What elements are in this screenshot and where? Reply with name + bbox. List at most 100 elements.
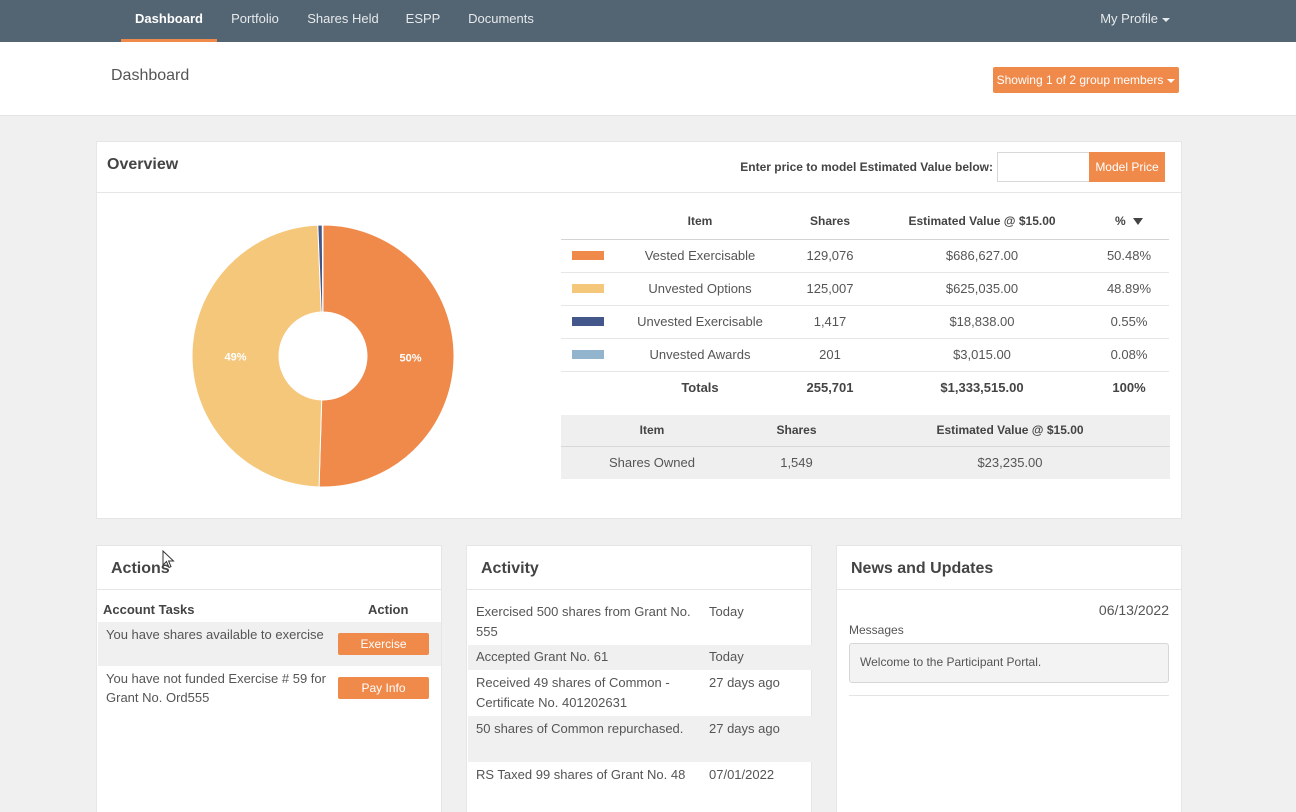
donut-slice-unvested-awards[interactable] — [321, 224, 324, 313]
profile-label: My Profile — [1100, 11, 1158, 26]
legend-swatch — [561, 305, 615, 339]
col-action: Action — [368, 602, 409, 617]
chevron-down-icon — [1162, 17, 1170, 22]
activity-time: 27 days ago — [709, 675, 780, 690]
donut-slice-label: 49% — [224, 351, 246, 363]
legend-swatch-color — [572, 317, 604, 326]
row-percent: 0.08% — [1089, 338, 1169, 372]
table-row: Vested Exercisable 129,076 $686,627.00 50.4… — [561, 239, 1169, 273]
activity-text: 50 shares of Common repurchased. — [476, 721, 684, 736]
news-title: News and Updates — [851, 560, 994, 577]
allocation-donut-chart: 50% 49% — [191, 224, 455, 488]
row-value: $625,035.00 — [875, 272, 1089, 306]
activity-list: Exercised 500 shares from Grant No. 555 … — [468, 598, 812, 808]
table-row: Shares Owned 1,549 $23,235.00 — [561, 446, 1170, 479]
col-percent[interactable]: % — [1089, 203, 1169, 240]
col-account-tasks: Account Tasks — [103, 602, 195, 617]
model-price-input[interactable] — [997, 152, 1091, 182]
totals-percent: 100% — [1112, 380, 1146, 396]
activity-text: Exercised 500 shares from Grant No. 555 — [476, 604, 691, 639]
legend-swatch-color — [572, 251, 604, 260]
nav-documents[interactable]: Documents — [460, 0, 542, 42]
col-item: Item — [615, 203, 785, 240]
row-value: $18,838.00 — [875, 305, 1089, 339]
table-row: Unvested Awards 201 $3,015.00 0.08% — [561, 338, 1169, 372]
nav-shares-held[interactable]: Shares Held — [300, 0, 386, 42]
totals-label: Totals — [681, 380, 719, 396]
news-panel: News and Updates 06/13/2022 Messages Wel… — [836, 545, 1182, 812]
actions-title: Actions — [111, 560, 170, 577]
owned-col-shares: Shares — [743, 415, 850, 447]
activity-header: Activity — [467, 546, 811, 590]
top-nav: Dashboard Portfolio Shares Held ESPP Doc… — [0, 0, 1296, 42]
profile-menu[interactable]: My Profile — [1100, 0, 1170, 42]
task-text: You have shares available to exercise — [106, 627, 324, 642]
sort-desc-icon — [1133, 218, 1143, 226]
nav-portfolio[interactable]: Portfolio — [224, 0, 286, 42]
news-date: 06/13/2022 — [1098, 602, 1169, 618]
news-header: News and Updates — [837, 546, 1181, 590]
totals-shares: 255,701 — [806, 380, 854, 396]
overview-table: Item Shares Estimated Value @ $15.00 % V… — [561, 203, 1169, 404]
col-shares: Shares — [785, 203, 875, 240]
activity-time: Today — [709, 604, 744, 619]
group-members-button[interactable]: Showing 1 of 2 group members — [993, 67, 1179, 93]
message-box: Welcome to the Participant Portal. — [849, 643, 1169, 683]
row-value: $3,015.00 — [875, 338, 1089, 372]
exercise-button[interactable]: Exercise — [338, 633, 429, 655]
page-title: Dashboard — [111, 67, 190, 84]
row-percent: 50.48% — [1089, 239, 1169, 273]
shares-owned-table: Item Shares Estimated Value @ $15.00 Sha… — [561, 415, 1170, 479]
divider — [849, 695, 1169, 696]
activity-text: RS Taxed 99 shares of Grant No. 48 — [476, 767, 686, 782]
legend-swatch — [561, 338, 615, 372]
row-value: $686,627.00 — [875, 239, 1089, 273]
table-row: Unvested Exercisable 1,417 $18,838.00 0.55% — [561, 305, 1169, 339]
nav-dashboard[interactable]: Dashboard — [121, 0, 217, 42]
activity-text: Accepted Grant No. 61 — [476, 649, 609, 664]
row-shares: 129,076 — [785, 239, 875, 273]
row-item: Unvested Options — [615, 272, 785, 306]
list-item: Exercised 500 shares from Grant No. 555 … — [468, 598, 812, 645]
list-item: 50 shares of Common repurchased. 27 days… — [468, 716, 812, 762]
owned-col-value: Estimated Value @ $15.00 — [850, 415, 1170, 447]
donut-slice-label: 50% — [399, 352, 421, 364]
task-text: You have not funded Exercise # 59 for Gr… — [106, 671, 326, 705]
legend-swatch — [561, 272, 615, 306]
row-item: Unvested Exercisable — [615, 305, 785, 339]
owned-shares: 1,549 — [780, 455, 813, 471]
col-estimated-value: Estimated Value @ $15.00 — [875, 203, 1089, 240]
activity-panel: Activity Exercised 500 shares from Grant… — [466, 545, 812, 812]
activity-time: 07/01/2022 — [709, 767, 775, 782]
owned-item: Shares Owned — [609, 455, 695, 471]
activity-time: 27 days ago — [709, 721, 780, 736]
owned-value: $23,235.00 — [977, 455, 1043, 471]
actions-table: Account Tasks Action You have shares ava… — [98, 598, 441, 710]
totals-value: $1,333,515.00 — [940, 380, 1024, 396]
row-shares: 1,417 — [785, 305, 875, 339]
model-price-label: Enter price to model Estimated Value bel… — [740, 160, 993, 174]
actions-table-header: Account Tasks Action — [98, 598, 441, 622]
row-shares: 125,007 — [785, 272, 875, 306]
group-members-label: Showing 1 of 2 group members — [996, 73, 1164, 87]
messages-label: Messages — [849, 623, 904, 637]
owned-col-item: Item — [561, 415, 743, 447]
list-item: Accepted Grant No. 61 Today — [468, 645, 812, 670]
list-item: Received 49 shares of Common - Certifica… — [468, 670, 812, 716]
mouse-cursor-icon — [162, 550, 175, 569]
actions-header: Actions — [97, 546, 441, 590]
row-percent: 48.89% — [1089, 272, 1169, 306]
row-shares: 201 — [785, 338, 875, 372]
pay-info-button[interactable]: Pay Info — [338, 677, 429, 699]
overview-title: Overview — [107, 156, 179, 173]
donut-slice-vested-exercisable[interactable] — [318, 224, 455, 488]
overview-header: Overview Enter price to model Estimated … — [97, 142, 1181, 193]
donut-slice-unvested-options[interactable] — [191, 224, 323, 488]
row-percent: 0.55% — [1089, 305, 1169, 339]
list-item: You have not funded Exercise # 59 for Gr… — [98, 666, 441, 710]
row-item: Unvested Awards — [615, 338, 785, 372]
actions-panel: Actions Account Tasks Action You have sh… — [96, 545, 442, 812]
model-price-button[interactable]: Model Price — [1089, 152, 1165, 182]
overview-panel: Overview Enter price to model Estimated … — [96, 141, 1182, 519]
nav-espp[interactable]: ESPP — [399, 0, 447, 42]
